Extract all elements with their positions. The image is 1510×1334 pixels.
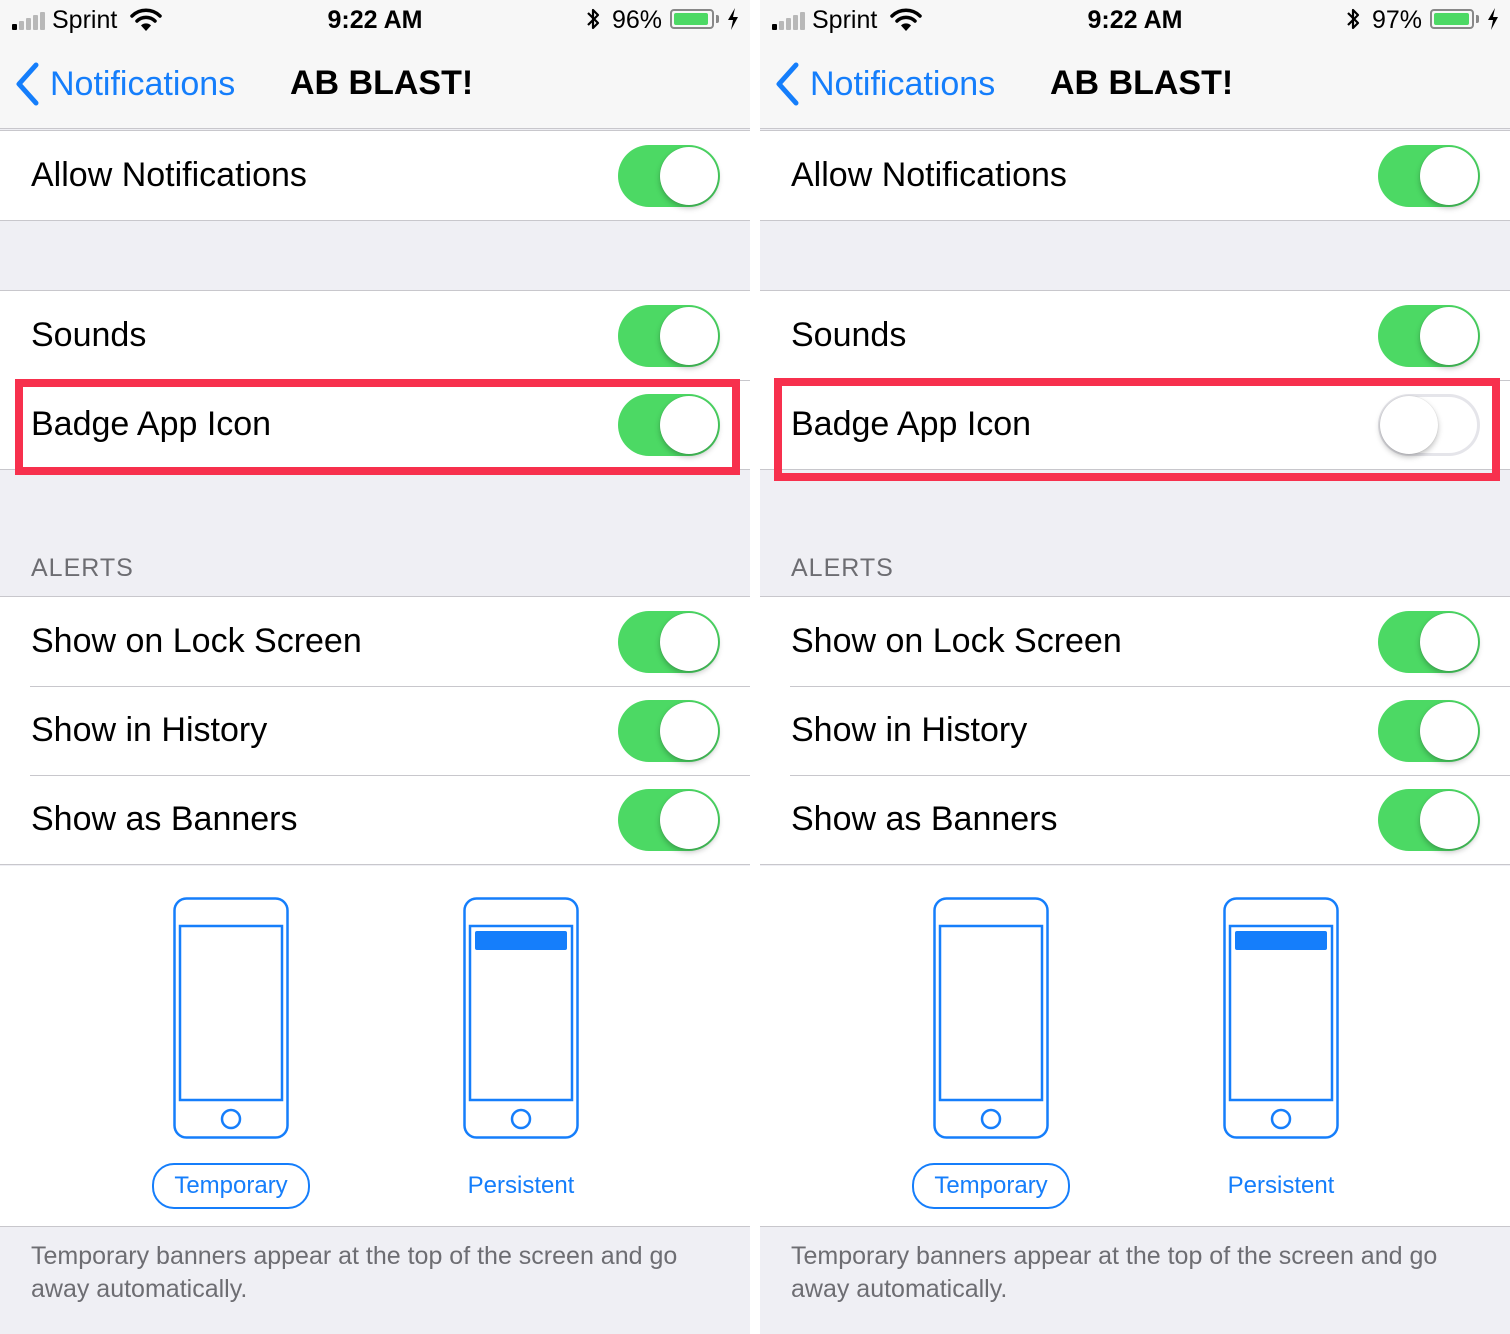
navigation-bar: Notifications AB BLAST!: [0, 40, 750, 129]
banner-style-persistent[interactable]: Persistent: [1196, 897, 1366, 1209]
bluetooth-icon: [1347, 8, 1360, 30]
allow-notifications-toggle[interactable]: [1378, 145, 1480, 207]
show-in-history-toggle[interactable]: [1378, 700, 1480, 762]
show-in-history-row: Show in History: [0, 686, 750, 775]
battery-percentage: 97%: [1372, 6, 1423, 34]
allow-notifications-group: Allow Notifications: [0, 130, 750, 221]
banner-style-temporary[interactable]: Temporary: [146, 897, 316, 1209]
screen-after: Sprint 9:22 AM 97% Notifications AB BLAS…: [760, 0, 1510, 1334]
battery-icon: [670, 9, 714, 29]
show-on-lock-screen-toggle[interactable]: [1378, 611, 1480, 673]
banner-footer-note: Temporary banners appear at the top of t…: [31, 1242, 678, 1303]
allow-notifications-toggle[interactable]: [618, 145, 720, 207]
banner-style-picker: Temporary Persistent: [760, 866, 1510, 1227]
sounds-toggle[interactable]: [1378, 305, 1480, 367]
alerts-group: Show on Lock Screen Show in History Show…: [760, 596, 1510, 865]
show-on-lock-screen-label: Show on Lock Screen: [791, 622, 1122, 660]
temporary-label: Temporary: [152, 1163, 310, 1209]
screen-before: Sprint 9:22 AM 96% Notifications AB BLAS…: [0, 0, 750, 1334]
phone-temporary-icon: [173, 897, 289, 1139]
sounds-label: Sounds: [791, 316, 907, 354]
banner-footer-note: Temporary banners appear at the top of t…: [791, 1242, 1438, 1303]
badge-app-icon-label: Badge App Icon: [791, 405, 1032, 443]
back-chevron-icon: [776, 62, 799, 106]
back-button-label: Notifications: [50, 64, 236, 103]
alerts-section-header: ALERTS: [31, 554, 134, 582]
allow-notifications-row: Allow Notifications: [760, 131, 1510, 220]
temporary-label: Temporary: [912, 1163, 1070, 1209]
badge-app-icon-row: Badge App Icon: [760, 380, 1510, 469]
badge-app-icon-toggle[interactable]: [1378, 394, 1480, 456]
back-button[interactable]: Notifications: [774, 60, 995, 108]
show-on-lock-screen-label: Show on Lock Screen: [31, 622, 362, 660]
show-on-lock-screen-row: Show on Lock Screen: [760, 597, 1510, 686]
banner-style-picker: Temporary Persistent: [0, 866, 750, 1227]
back-chevron-icon: [16, 62, 39, 106]
banner-style-persistent[interactable]: Persistent: [436, 897, 606, 1209]
show-as-banners-label: Show as Banners: [31, 800, 298, 838]
show-on-lock-screen-toggle[interactable]: [618, 611, 720, 673]
show-on-lock-screen-row: Show on Lock Screen: [0, 597, 750, 686]
page-title: AB BLAST!: [290, 64, 474, 102]
show-in-history-label: Show in History: [791, 711, 1028, 749]
sounds-row: Sounds: [0, 291, 750, 380]
status-bar: Sprint 9:22 AM 97%: [760, 0, 1510, 40]
show-in-history-row: Show in History: [760, 686, 1510, 775]
back-button-label: Notifications: [810, 64, 996, 103]
show-as-banners-toggle[interactable]: [1378, 789, 1480, 851]
phone-persistent-icon: [463, 897, 579, 1139]
bluetooth-icon: [587, 8, 600, 30]
navigation-bar: Notifications AB BLAST!: [760, 40, 1510, 129]
status-bar: Sprint 9:22 AM 96%: [0, 0, 750, 40]
charging-icon: [728, 8, 738, 30]
alerts-group: Show on Lock Screen Show in History Show…: [0, 596, 750, 865]
screenshot-divider: [750, 0, 760, 1334]
sounds-badges-group: Sounds Badge App Icon: [760, 290, 1510, 470]
sounds-badges-group: Sounds Badge App Icon: [0, 290, 750, 470]
page-title: AB BLAST!: [1050, 64, 1234, 102]
sounds-row: Sounds: [760, 291, 1510, 380]
battery-percentage: 96%: [612, 6, 663, 34]
badge-app-icon-label: Badge App Icon: [31, 405, 272, 443]
allow-notifications-row: Allow Notifications: [0, 131, 750, 220]
allow-notifications-label: Allow Notifications: [31, 156, 307, 194]
sounds-toggle[interactable]: [618, 305, 720, 367]
persistent-label: Persistent: [467, 1172, 575, 1199]
sounds-label: Sounds: [31, 316, 147, 354]
phone-persistent-icon: [1223, 897, 1339, 1139]
persistent-label: Persistent: [1227, 1172, 1335, 1199]
back-button[interactable]: Notifications: [14, 60, 235, 108]
allow-notifications-label: Allow Notifications: [791, 156, 1067, 194]
allow-notifications-group: Allow Notifications: [760, 130, 1510, 221]
show-in-history-toggle[interactable]: [618, 700, 720, 762]
phone-temporary-icon: [933, 897, 1049, 1139]
badge-app-icon-toggle[interactable]: [618, 394, 720, 456]
show-in-history-label: Show in History: [31, 711, 268, 749]
banner-style-temporary[interactable]: Temporary: [906, 897, 1076, 1209]
show-as-banners-row: Show as Banners: [760, 775, 1510, 864]
battery-icon: [1430, 9, 1474, 29]
show-as-banners-toggle[interactable]: [618, 789, 720, 851]
badge-app-icon-row: Badge App Icon: [0, 380, 750, 469]
charging-icon: [1488, 8, 1498, 30]
show-as-banners-label: Show as Banners: [791, 800, 1058, 838]
alerts-section-header: ALERTS: [791, 554, 894, 582]
show-as-banners-row: Show as Banners: [0, 775, 750, 864]
